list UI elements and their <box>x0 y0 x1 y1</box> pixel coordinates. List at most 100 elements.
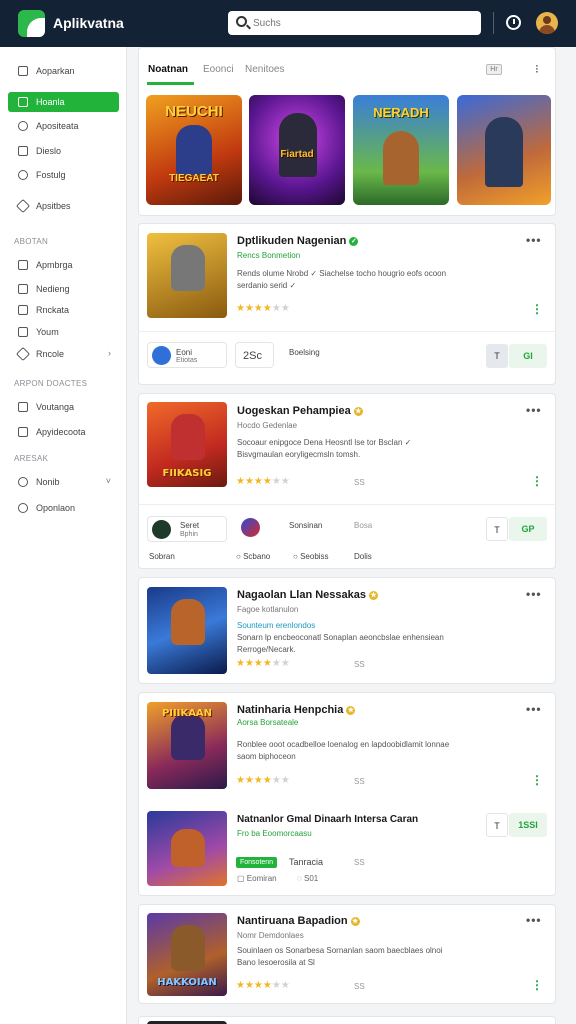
app-card-1[interactable]: Dptlikuden Nagenian ✓ Rencs Bonmetion Ren… <box>138 223 557 385</box>
app-title[interactable]: Nagaolan Llan Nessakas ★ <box>237 589 379 601</box>
kebab-icon[interactable]: ⋮ <box>531 474 543 488</box>
calendar-icon: ▢ <box>237 874 245 883</box>
app-card-2[interactable]: FIIKASIG Uogeskan Pehampiea ★ Hocdo Geden… <box>138 393 557 569</box>
app-description: Rends olume Nrobd ✓ Siachelse tocho houg… <box>237 269 447 290</box>
more-icon[interactable]: ⁝ <box>535 62 539 76</box>
sidebar-item-12[interactable]: Voutanga <box>8 397 119 417</box>
category-label: Boelsing <box>289 348 320 357</box>
chevron-right-icon: › <box>108 348 111 358</box>
chevron-down-icon: ˅ <box>105 476 111 486</box>
message-icon <box>18 503 28 513</box>
rating-stars: ★★★★★★ <box>236 658 290 669</box>
sidebar-item-9[interactable]: Rnckata <box>8 300 119 320</box>
app-card-5[interactable]: HAKKOIAN Nantiruana Bapadion ★ Nomr Demdo… <box>138 904 556 1004</box>
banner-3[interactable]: NERADH <box>353 95 449 205</box>
app-description: Sonarn lp encbeoconatl Sonaplan aeoncbsl… <box>237 633 444 654</box>
share-button[interactable]: T <box>486 517 508 541</box>
get-button[interactable]: GI <box>509 344 547 368</box>
more-options-icon[interactable]: ••• <box>526 233 542 247</box>
share-button[interactable]: T <box>486 344 508 368</box>
app-thumbnail[interactable]: PIIIKAAN <box>147 702 227 789</box>
app-card-4[interactable]: PIIIKAAN Natinharia Henpchia ★ Aorsa Bors… <box>138 692 556 896</box>
app-logo[interactable] <box>18 10 45 37</box>
footer-label-2[interactable]: ○ Scbano <box>236 552 270 561</box>
sidebar-section-2: ARPON DOACTES <box>14 379 88 388</box>
version-label: Bosa <box>354 521 373 530</box>
sidebar-item-3[interactable]: Apositeata <box>8 116 119 136</box>
rating-count: SS <box>354 777 365 786</box>
app-title: Aplikvatna <box>53 15 124 31</box>
app-thumbnail[interactable] <box>147 587 227 674</box>
tab-3[interactable]: Nenitoes <box>245 64 284 75</box>
get-button[interactable]: 1SSI <box>509 813 547 837</box>
history-icon[interactable] <box>506 15 521 30</box>
more-options-icon[interactable]: ••• <box>526 913 542 927</box>
tab-2[interactable]: Eoonci <box>203 64 234 75</box>
app-card-6[interactable] <box>138 1016 556 1024</box>
rating-count: SS <box>354 982 365 991</box>
search-icon: ○ <box>293 552 298 561</box>
list-icon <box>18 305 28 315</box>
sidebar-item-home[interactable]: Aoparkan <box>8 61 119 81</box>
featured-card: Noatnan Eoonci Nenitoes Hr ⁝ NEUCHI TIEG… <box>138 47 556 216</box>
sidebar-item-active[interactable]: Hoanla <box>8 92 119 112</box>
app-card-3[interactable]: Nagaolan Llan Nessakas ★ Fagoe kotlanulon… <box>138 577 556 684</box>
app-thumbnail[interactable] <box>147 233 227 318</box>
app-title[interactable]: Nantiruana Bapadion ★ <box>237 915 360 927</box>
tab-1[interactable]: Noatnan <box>148 64 188 75</box>
sidebar-item-13[interactable]: Apyidecoota <box>8 422 119 442</box>
kebab-icon[interactable]: ⋮ <box>531 978 543 992</box>
tab-indicator <box>147 82 194 85</box>
publisher-avatar[interactable] <box>241 518 260 537</box>
app-subtitle: Aorsa Borsateale <box>237 718 299 727</box>
banner-1[interactable]: NEUCHI TIEGAEAT <box>146 95 242 205</box>
sidebar-item-10[interactable]: Youm <box>8 322 119 342</box>
search-icon <box>236 16 247 27</box>
sidebar-item-4[interactable]: Dieslo <box>8 141 119 161</box>
tag-icon <box>15 198 31 214</box>
bookmark-icon <box>18 146 28 156</box>
more-options-icon[interactable]: ••• <box>526 587 542 601</box>
app-subtitle: Hocdo Gedenlae <box>237 421 298 430</box>
sidebar-item-14[interactable]: Nonib ˅ <box>8 472 119 492</box>
sidebar-item-5[interactable]: Fostulg <box>8 165 119 185</box>
footer-label-1: Sobran <box>149 552 175 561</box>
app-thumbnail[interactable]: HAKKOIAN <box>147 913 227 996</box>
comment-icon: ○ <box>236 552 241 561</box>
category-tag[interactable]: Fonsotenn <box>236 857 278 868</box>
kebab-icon[interactable]: ⋮ <box>531 773 543 787</box>
sub-app-thumbnail[interactable] <box>147 811 227 886</box>
version-chip[interactable]: 2Sc <box>235 342 274 368</box>
search-input[interactable] <box>253 15 453 31</box>
share-button[interactable]: T <box>486 813 508 837</box>
sidebar-item-11[interactable]: Rncole › <box>8 344 119 364</box>
avatar[interactable] <box>536 12 558 34</box>
rating-count: SS <box>354 660 365 669</box>
kebab-icon[interactable]: ⋮ <box>531 302 543 316</box>
footer-label-3[interactable]: ○ Seobiss <box>293 552 329 561</box>
more-options-icon[interactable]: ••• <box>526 403 542 417</box>
edit-icon <box>15 346 31 362</box>
banner-4[interactable] <box>457 95 551 205</box>
sidebar-item-15[interactable]: Oponlaon <box>8 498 119 518</box>
app-title[interactable]: Dptlikuden Nagenian ✓ <box>237 235 359 247</box>
app-title[interactable]: Uogeskan Pehampiea ★ <box>237 405 363 417</box>
app-title[interactable]: Natinharia Henpchia ★ <box>237 704 356 716</box>
sub-app-title[interactable]: Natnanlor Gmal Dinaarh Intersa Caran <box>237 814 418 825</box>
rating-stars: ★★★★★★ <box>236 476 290 487</box>
get-button[interactable]: GP <box>509 517 547 541</box>
grid-icon <box>18 97 28 107</box>
app-thumbnail[interactable]: FIIKASIG <box>147 402 227 487</box>
sidebar-item-6[interactable]: Apsitbes <box>8 196 119 216</box>
tab-badge: Hr <box>486 64 502 75</box>
sidebar-item-8[interactable]: Nedieng <box>8 279 119 299</box>
search-box[interactable] <box>228 11 481 35</box>
banner-2[interactable]: Fiartad <box>249 95 345 205</box>
developer-chip[interactable]: Seret Bphin <box>147 516 227 542</box>
developer-chip[interactable]: Eoni Etiotas <box>147 342 227 368</box>
sidebar-item-7[interactable]: Apmbrga <box>8 255 119 275</box>
app-description: Socoaur enipgoce Dena Heosntl lse tor Bs… <box>237 438 412 459</box>
sub-app-type: Tanracia <box>289 857 324 867</box>
more-options-icon[interactable]: ••• <box>526 702 542 716</box>
user-icon <box>18 327 28 337</box>
